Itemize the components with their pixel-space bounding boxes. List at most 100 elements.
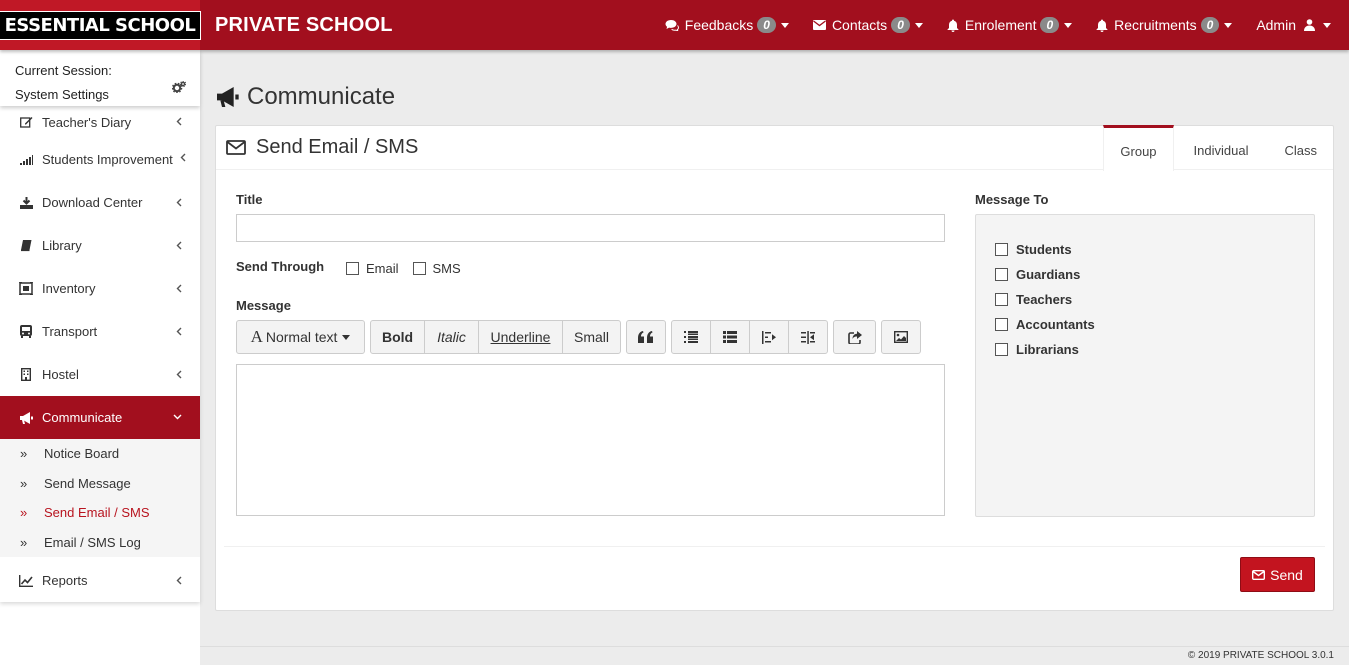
bold-button[interactable]: Bold <box>370 320 425 354</box>
send-button[interactable]: Send <box>1240 557 1315 592</box>
submenu-email-sms-log[interactable]: » Email / SMS Log <box>0 528 200 558</box>
tab-group[interactable]: Group <box>1103 125 1174 171</box>
book-icon <box>18 239 34 252</box>
angle-double-right-icon: » <box>20 534 28 550</box>
title-input[interactable] <box>236 214 945 242</box>
caret-down-icon <box>1224 22 1233 28</box>
sms-option[interactable]: SMS <box>412 261 461 276</box>
chevron-left-icon <box>176 327 182 336</box>
brand-title[interactable]: PRIVATE SCHOOL <box>215 14 393 37</box>
chevron-left-icon <box>176 198 182 207</box>
submenu-notice-board[interactable]: » Notice Board <box>0 439 200 469</box>
submenu-label: Send Email / SMS <box>44 505 150 521</box>
page-title-text: Communicate <box>247 83 396 110</box>
guardians-checkbox[interactable] <box>995 268 1008 281</box>
message-editor[interactable] <box>236 364 945 516</box>
chevron-down-icon <box>173 414 182 420</box>
ordered-list-button[interactable] <box>710 320 750 354</box>
editor-toolbar: A Normal text Bold Italic Underline Smal… <box>236 320 926 354</box>
submenu-label: Email / SMS Log <box>44 534 141 550</box>
chevron-left-icon <box>176 370 182 379</box>
logo-area[interactable]: ESSENTIAL SCHOOL <box>0 0 202 50</box>
format-dropdown[interactable]: A Normal text <box>236 320 365 354</box>
bullhorn-icon <box>215 87 239 107</box>
italic-button[interactable]: Italic <box>424 320 479 354</box>
recipient-students[interactable]: Students <box>976 237 1314 262</box>
students-checkbox[interactable] <box>995 243 1008 256</box>
admin-user-dropdown[interactable]: Admin <box>1244 17 1349 33</box>
sidebar-item-communicate[interactable]: Communicate <box>0 396 200 439</box>
small-button[interactable]: Small <box>562 320 621 354</box>
list-ol-icon <box>723 331 737 343</box>
envelope-outline-icon <box>226 140 246 155</box>
sidebar-item-hostel[interactable]: Hostel <box>0 353 200 396</box>
format-dropdown-label: Normal text <box>265 329 338 345</box>
list-ul-icon <box>684 331 698 343</box>
submenu-send-message[interactable]: » Send Message <box>0 469 200 499</box>
user-icon <box>1304 19 1315 31</box>
insert-image-button[interactable] <box>881 320 921 354</box>
sidebar-item-teachers-diary[interactable]: Teacher's Diary <box>0 106 200 138</box>
blockquote-button[interactable] <box>626 320 666 354</box>
outdent-button[interactable] <box>749 320 789 354</box>
unordered-list-button[interactable] <box>671 320 711 354</box>
angle-double-right-icon: » <box>20 475 28 491</box>
recipient-teachers[interactable]: Teachers <box>976 287 1314 312</box>
caret-down-icon <box>1064 22 1073 28</box>
feedbacks-dropdown[interactable]: Feedbacks 0 <box>653 17 801 33</box>
sidebar-item-inventory[interactable]: Inventory <box>0 267 200 310</box>
comments-icon <box>665 19 679 31</box>
sidebar-item-download-center[interactable]: Download Center <box>0 181 200 224</box>
teachers-checkbox[interactable] <box>995 293 1008 306</box>
school-logo: ESSENTIAL SCHOOL <box>0 10 202 40</box>
email-option[interactable]: Email <box>346 261 399 276</box>
librarians-checkbox[interactable] <box>995 343 1008 356</box>
system-settings-link[interactable]: System Settings <box>15 83 185 107</box>
recipient-guardians[interactable]: Guardians <box>976 262 1314 287</box>
caret-down-icon <box>1323 22 1331 28</box>
sidebar-item-label: Teacher's Diary <box>42 114 132 130</box>
underline-button[interactable]: Underline <box>478 320 563 354</box>
link-button[interactable] <box>833 320 876 354</box>
tab-class[interactable]: Class <box>1268 125 1333 170</box>
quote-icon <box>638 331 654 343</box>
title-label: Title <box>236 192 263 207</box>
accountants-checkbox[interactable] <box>995 318 1008 331</box>
sidebar-item-transport[interactable]: Transport <box>0 310 200 353</box>
panel-title: Send Email / SMS <box>256 136 419 158</box>
sidebar-item-reports[interactable]: Reports <box>0 559 200 602</box>
share-icon <box>847 330 862 344</box>
panel-header: Send Email / SMS Group Individual Class <box>216 125 1333 171</box>
bell-icon <box>947 19 959 32</box>
outdent-icon <box>762 330 776 344</box>
sidebar-item-students-improvement[interactable]: Students Improvement <box>0 138 200 181</box>
enrolement-dropdown[interactable]: Enrolement 0 <box>935 17 1084 33</box>
sidebar-item-label: Communicate <box>42 410 123 425</box>
message-label: Message <box>236 298 291 313</box>
email-checkbox[interactable] <box>346 262 359 275</box>
contacts-dropdown[interactable]: Contacts 0 <box>801 17 935 33</box>
page-title: Communicate <box>215 83 395 111</box>
sidebar: Current Session: System Settings Teacher… <box>0 50 200 665</box>
recipient-label: Guardians <box>1016 267 1081 282</box>
chevron-left-icon <box>176 576 182 585</box>
sms-option-label: SMS <box>432 261 461 276</box>
recruitments-dropdown[interactable]: Recruitments 0 <box>1084 17 1244 33</box>
sms-checkbox[interactable] <box>412 262 426 275</box>
recipient-label: Teachers <box>1016 292 1073 307</box>
recipient-accountants[interactable]: Accountants <box>976 312 1314 337</box>
bell-icon <box>1096 19 1108 32</box>
indent-button[interactable] <box>788 320 828 354</box>
sidebar-menu: Teacher's Diary Students Improvement Dow… <box>0 106 200 602</box>
recipient-librarians[interactable]: Librarians <box>976 337 1314 362</box>
sidebar-item-label: Hostel <box>42 367 79 382</box>
gears-icon[interactable] <box>172 81 186 93</box>
message-to-box: Students Guardians Teachers Accountants … <box>975 214 1315 517</box>
recruitments-count-badge: 0 <box>1200 17 1220 33</box>
tab-individual[interactable]: Individual <box>1174 125 1269 170</box>
submenu-send-email-sms[interactable]: » Send Email / SMS <box>0 498 200 528</box>
sidebar-item-library[interactable]: Library <box>0 224 200 267</box>
envelope-outline-icon <box>1252 569 1266 580</box>
enrolement-label: Enrolement <box>964 17 1037 33</box>
chevron-left-icon <box>176 241 182 250</box>
